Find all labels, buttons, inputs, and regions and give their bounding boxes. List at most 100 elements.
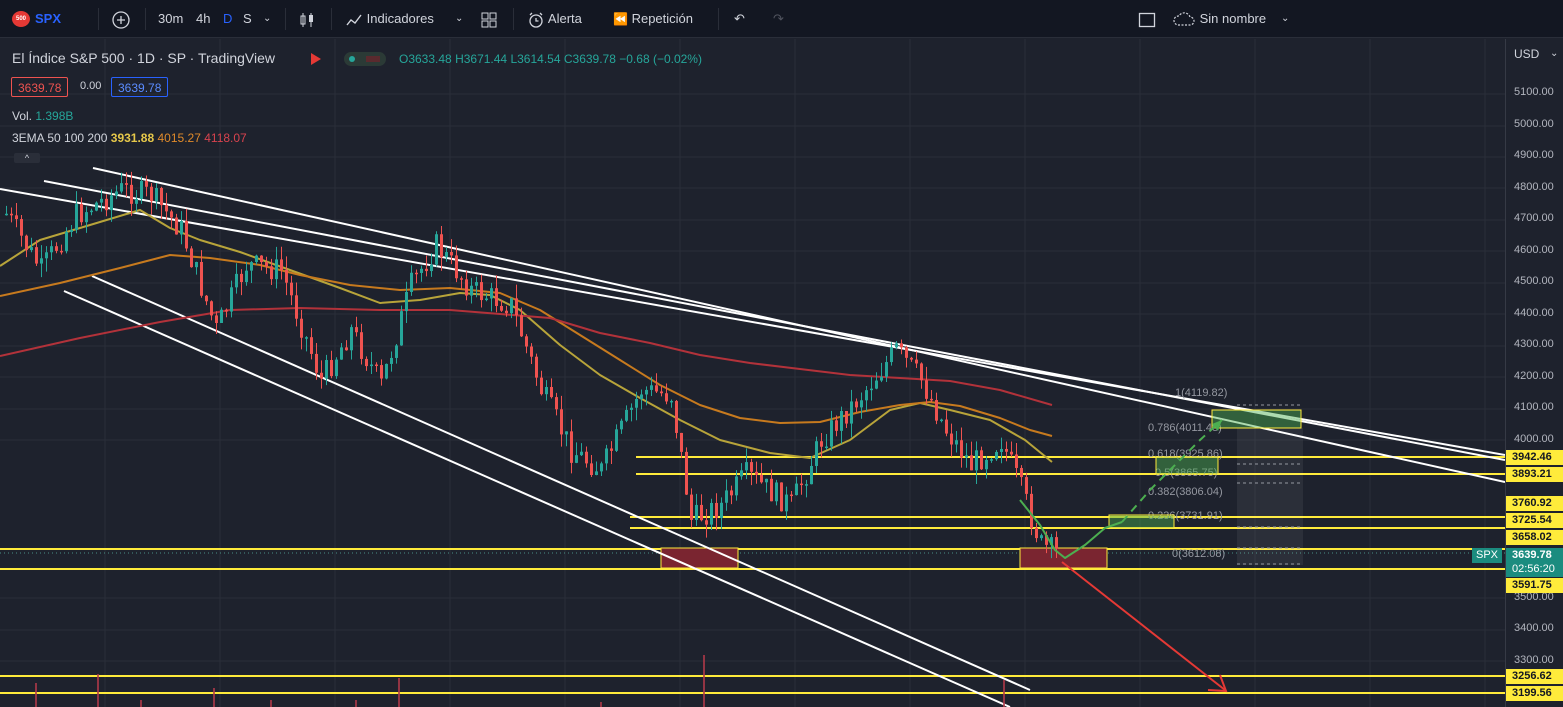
visibility-toggle[interactable] [344, 52, 386, 66]
candle-body [95, 202, 98, 211]
candle-body [855, 401, 858, 408]
close-value: C3639.78 [563, 52, 616, 66]
candle-body [925, 380, 928, 399]
candle-body [245, 270, 248, 283]
fib-retracement-box [1237, 428, 1303, 565]
layout-button[interactable] [1138, 0, 1156, 38]
chart-pane[interactable]: 1(4119.82) 0.786(4011.48) 0.618(3925.86) 0.… [0, 39, 1505, 707]
candle-body [375, 364, 378, 367]
candle-body [950, 433, 953, 445]
candle-body [390, 357, 393, 364]
candle-body [810, 465, 813, 485]
templates-button[interactable] [480, 0, 498, 38]
candle-body [820, 441, 823, 447]
candle-body [600, 463, 603, 472]
candle-body [535, 356, 538, 378]
candle-body [625, 409, 628, 421]
candle-body [980, 450, 983, 470]
interval-30m[interactable]: 30m [158, 0, 183, 38]
candle-body [565, 431, 568, 435]
indicators-label: Indicadores [366, 11, 434, 26]
candle-body [660, 391, 663, 394]
grid-icon [481, 12, 497, 28]
price-axis[interactable]: USD ⌄ 5100.00 5000.00 4900.00 4800.00 4700.0… [1505, 39, 1563, 707]
candle-body [805, 484, 808, 486]
chevron-down-icon[interactable]: ⌄ [1281, 0, 1289, 38]
fib-level-label: 0(3612.08) [1172, 548, 1225, 560]
candle-body [205, 295, 208, 302]
candle-body [140, 180, 143, 199]
interval-d[interactable]: D [223, 0, 232, 38]
price-tick: 4400.00 [1514, 306, 1554, 319]
replay-button[interactable]: ⏪ Repetición [613, 0, 693, 38]
candle-body [460, 278, 463, 280]
candle-body [210, 301, 213, 316]
ema100-value: 4015.27 [157, 131, 201, 145]
candle-body [415, 272, 418, 275]
candle-body [295, 295, 298, 319]
candle-body [125, 183, 128, 185]
redo-icon[interactable]: ↷ [773, 0, 784, 38]
candle-body [310, 337, 313, 354]
currency-label[interactable]: USD [1514, 47, 1539, 61]
candle-body [480, 282, 483, 301]
candle-body [955, 440, 958, 445]
candle-body [75, 204, 78, 230]
candle-body [990, 459, 993, 461]
candle-body [945, 419, 948, 434]
candle-body [500, 305, 503, 311]
candle-body [360, 332, 363, 359]
chevron-down-icon[interactable]: ⌄ [455, 0, 463, 38]
channel-trend-line [91, 275, 1031, 691]
candle-body [420, 268, 423, 273]
save-layout-button[interactable]: Sin nombre [1172, 0, 1266, 38]
interval-4h[interactable]: 4h [196, 0, 210, 38]
candle-body [595, 471, 598, 476]
buy-price-button[interactable]: 3639.78 [111, 77, 169, 97]
replay-label: Repetición [631, 11, 694, 26]
alert-button[interactable]: Alerta [527, 0, 582, 38]
volume-bar [703, 655, 705, 707]
candle-body [45, 252, 48, 259]
candle-body [930, 398, 933, 401]
sell-price-button[interactable]: 3639.78 [11, 77, 69, 97]
price-tick: 4600.00 [1514, 243, 1554, 256]
symbol-search-button[interactable]: SPX [35, 0, 61, 38]
candle-body [750, 462, 753, 472]
candle-body [680, 432, 683, 452]
candle-body [755, 471, 758, 475]
price-tick: 3300.00 [1514, 653, 1554, 666]
candle-body [560, 409, 563, 435]
candle-body [720, 502, 723, 519]
candle-body [385, 363, 388, 379]
collapse-legend-button[interactable]: ^ [14, 153, 40, 163]
candle-body [1020, 467, 1023, 478]
indicators-button[interactable]: Indicadores [345, 0, 434, 38]
price-tick: 4200.00 [1514, 369, 1554, 382]
interval-s[interactable]: S [243, 0, 252, 38]
candle-body [230, 287, 233, 312]
compare-symbol-button[interactable] [112, 0, 130, 38]
candle-body [270, 266, 273, 280]
candle-body [35, 247, 38, 264]
candle-body [225, 309, 228, 312]
cloud-icon [1173, 11, 1195, 26]
candle-body [585, 451, 588, 464]
candle-body [760, 474, 763, 483]
candle-body [55, 246, 58, 251]
candle-body [515, 298, 518, 316]
candle-body [910, 357, 913, 360]
candle-body [645, 389, 648, 395]
undo-icon[interactable]: ↶ [734, 0, 745, 38]
candle-body [960, 440, 963, 458]
candle-body [400, 311, 403, 346]
candle-body [715, 502, 718, 519]
candle-body [15, 215, 18, 220]
candle-body [445, 252, 448, 258]
chevron-down-icon[interactable]: ⌄ [263, 0, 271, 38]
chart-type-button[interactable] [298, 0, 316, 38]
symbol-price-tag: SPX [1472, 548, 1502, 563]
candle-body [510, 298, 513, 314]
candle-body [580, 451, 583, 456]
candle-body [790, 494, 793, 497]
